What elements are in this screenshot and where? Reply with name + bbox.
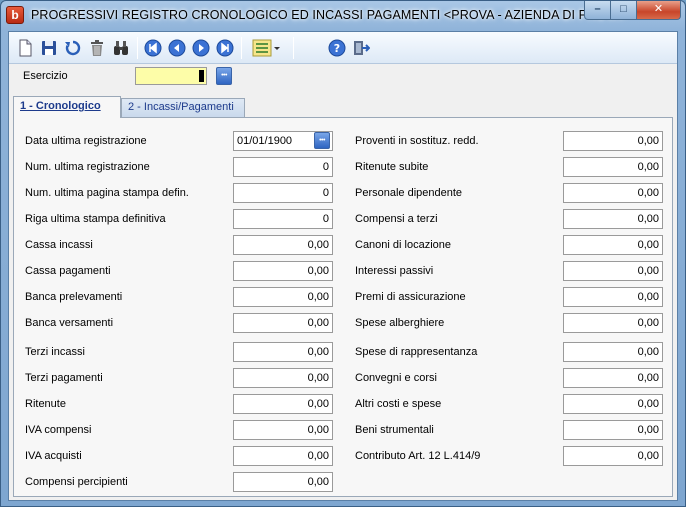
banca-prelevamenti-input[interactable]: 0,00 [233, 287, 333, 307]
interessi-passivi-input[interactable]: 0,00 [563, 261, 663, 281]
last-record-icon[interactable] [215, 38, 235, 58]
compensi-percipienti-label: Compensi percipienti [25, 476, 128, 488]
next-record-icon[interactable] [191, 38, 211, 58]
ritenute-input[interactable]: 0,00 [233, 394, 333, 414]
personale-dipendente-label: Personale dipendente [355, 187, 463, 199]
altri-costi-e-spese-input[interactable]: 0,00 [563, 394, 663, 414]
delete-icon[interactable] [87, 38, 107, 58]
tab-panel-cronologico: Data ultima registrazione01/01/1900Num. … [13, 117, 673, 497]
title-bar[interactable]: b PROGRESSIVI REGISTRO CRONOLOGICO ED IN… [1, 1, 685, 31]
num-ultima-pagina-stampa-defin-label: Num. ultima pagina stampa defin. [25, 187, 189, 199]
cassa-incassi-label: Cassa incassi [25, 239, 93, 251]
window-title: PROGRESSIVI REGISTRO CRONOLOGICO ED INCA… [31, 8, 630, 22]
contributo-art-12-l-414-9-input[interactable]: 0,00 [563, 446, 663, 466]
beni-strumentali-input[interactable]: 0,00 [563, 420, 663, 440]
canoni-di-locazione-label: Canoni di locazione [355, 239, 452, 251]
ritenute-subite-input[interactable]: 0,00 [563, 157, 663, 177]
tab-incassi-pagamenti[interactable]: 2 - Incassi/Pagamenti [121, 98, 245, 117]
interessi-passivi-label: Interessi passivi [355, 265, 434, 277]
previous-record-icon[interactable] [167, 38, 187, 58]
riga-ultima-stampa-definitiva-input[interactable]: 0 [233, 209, 333, 229]
text-cursor [199, 70, 204, 82]
maximize-button[interactable]: □ [611, 1, 637, 20]
riga-ultima-stampa-definitiva-label: Riga ultima stampa definitiva [25, 213, 166, 225]
spese-di-rappresentanza-input[interactable]: 0,00 [563, 342, 663, 362]
search-icon[interactable] [111, 38, 131, 58]
client-area: ? Esercizio 1 - Cronologico 2 - Incassi/… [8, 31, 678, 501]
convegni-e-corsi-input[interactable]: 0,00 [563, 368, 663, 388]
proventi-in-sostituz-redd-input[interactable]: 0,00 [563, 131, 663, 151]
svg-text:?: ? [334, 42, 340, 55]
cassa-incassi-input[interactable]: 0,00 [233, 235, 333, 255]
banca-prelevamenti-label: Banca prelevamenti [25, 291, 123, 303]
premi-di-assicurazione-input[interactable]: 0,00 [563, 287, 663, 307]
canoni-di-locazione-input[interactable]: 0,00 [563, 235, 663, 255]
num-ultima-registrazione-label: Num. ultima registrazione [25, 161, 150, 173]
first-record-icon[interactable] [143, 38, 163, 58]
data-ultima-registrazione-label: Data ultima registrazione [25, 135, 147, 147]
iva-compensi-input[interactable]: 0,00 [233, 420, 333, 440]
esercizio-lookup-button[interactable] [216, 67, 232, 85]
toolbar-separator [137, 37, 138, 59]
iva-compensi-label: IVA compensi [25, 424, 92, 436]
personale-dipendente-input[interactable]: 0,00 [563, 183, 663, 203]
esercizio-label: Esercizio [23, 70, 68, 82]
compensi-percipienti-input[interactable]: 0,00 [233, 472, 333, 492]
exit-icon[interactable] [351, 38, 371, 58]
ritenute-label: Ritenute [25, 398, 66, 410]
altri-costi-e-spese-label: Altri costi e spese [355, 398, 442, 410]
main-window: b PROGRESSIVI REGISTRO CRONOLOGICO ED IN… [0, 0, 686, 507]
terzi-incassi-label: Terzi incassi [25, 346, 85, 358]
num-ultima-pagina-stampa-defin-input[interactable]: 0 [233, 183, 333, 203]
toolbar: ? [9, 32, 677, 64]
list-options-icon[interactable] [251, 38, 281, 58]
spese-alberghiere-input[interactable]: 0,00 [563, 313, 663, 333]
undo-icon[interactable] [63, 38, 83, 58]
toolbar-separator [293, 37, 294, 59]
spese-alberghiere-label: Spese alberghiere [355, 317, 445, 329]
help-icon[interactable]: ? [327, 38, 347, 58]
premi-di-assicurazione-label: Premi di assicurazione [355, 291, 466, 303]
compensi-a-terzi-input[interactable]: 0,00 [563, 209, 663, 229]
spese-di-rappresentanza-label: Spese di rappresentanza [355, 346, 478, 358]
terzi-pagamenti-label: Terzi pagamenti [25, 372, 103, 384]
tab-cronologico[interactable]: 1 - Cronologico [13, 96, 121, 118]
contributo-art-12-l-414-9-label: Contributo Art. 12 L.414/9 [355, 450, 481, 462]
save-icon[interactable] [39, 38, 59, 58]
new-document-icon[interactable] [15, 38, 35, 58]
proventi-in-sostituz-redd-label: Proventi in sostituz. redd. [355, 135, 479, 147]
esercizio-input[interactable] [135, 67, 207, 85]
terzi-incassi-input[interactable]: 0,00 [233, 342, 333, 362]
cassa-pagamenti-label: Cassa pagamenti [25, 265, 111, 277]
iva-acquisti-input[interactable]: 0,00 [233, 446, 333, 466]
banca-versamenti-label: Banca versamenti [25, 317, 114, 329]
tab-incassi-pagamenti-label: 2 - Incassi/Pagamenti [128, 101, 234, 113]
iva-acquisti-label: IVA acquisti [25, 450, 82, 462]
toolbar-separator [241, 37, 242, 59]
minimize-button[interactable]: – [584, 1, 611, 20]
window-controls: – □ ✕ [584, 1, 681, 21]
terzi-pagamenti-input[interactable]: 0,00 [233, 368, 333, 388]
compensi-a-terzi-label: Compensi a terzi [355, 213, 438, 225]
date-picker-button[interactable] [314, 132, 330, 149]
banca-versamenti-input[interactable]: 0,00 [233, 313, 333, 333]
tab-cronologico-label: 1 - Cronologico [20, 100, 101, 112]
close-button[interactable]: ✕ [637, 1, 681, 20]
cassa-pagamenti-input[interactable]: 0,00 [233, 261, 333, 281]
num-ultima-registrazione-input[interactable]: 0 [233, 157, 333, 177]
ritenute-subite-label: Ritenute subite [355, 161, 429, 173]
app-icon[interactable]: b [6, 6, 24, 24]
beni-strumentali-label: Beni strumentali [355, 424, 434, 436]
convegni-e-corsi-label: Convegni e corsi [355, 372, 437, 384]
